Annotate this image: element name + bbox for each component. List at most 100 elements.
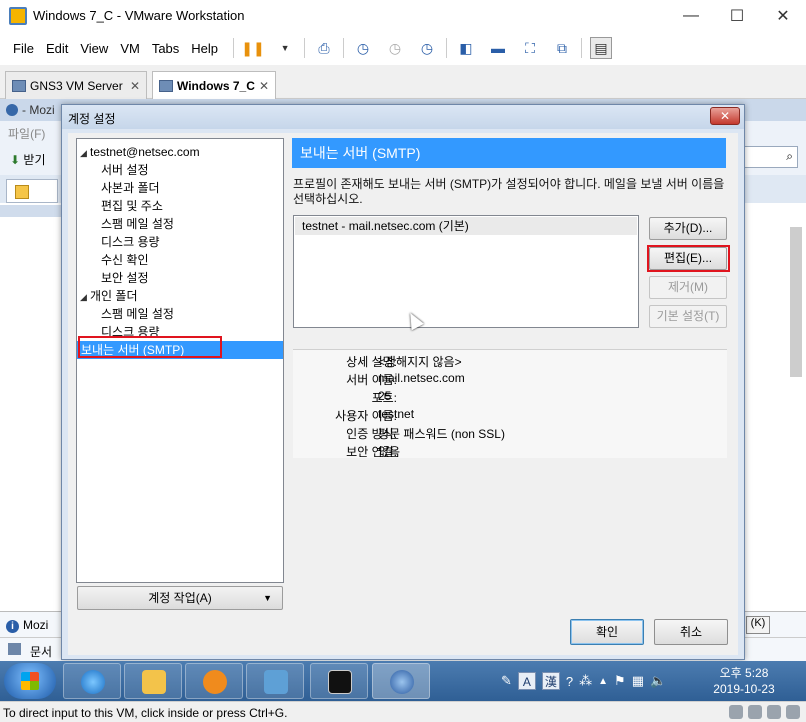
thunderbird-icon: [390, 670, 414, 694]
library-view-icon[interactable]: ◧: [455, 37, 477, 59]
account-tree[interactable]: ◢ testnet@netsec.com 서버 설정 사본과 폴더 편집 및 주소…: [76, 138, 284, 583]
guest-notification-button[interactable]: (K): [746, 616, 770, 634]
network-adapter-icon[interactable]: [767, 705, 781, 719]
taskbar-media-player[interactable]: [185, 663, 243, 699]
taskbar-explorer[interactable]: [124, 663, 182, 699]
folder-icon: [142, 670, 166, 694]
unity-icon[interactable]: ⧉: [551, 37, 573, 59]
sound-card-icon[interactable]: [786, 705, 800, 719]
start-button[interactable]: [4, 663, 56, 699]
status-message: To direct input to this VM, click inside…: [3, 706, 288, 720]
detail-value: 평문 패스워드 (non SSL): [378, 427, 505, 441]
close-icon[interactable]: ✕: [760, 0, 806, 31]
chevron-up-icon[interactable]: ▲: [598, 676, 608, 687]
tree-item-local-folders[interactable]: ◢ 개인 폴더: [80, 287, 138, 305]
menu-vm[interactable]: VM: [114, 41, 146, 56]
detail-value: 없음: [378, 445, 401, 459]
toolbar-separator: [581, 38, 583, 58]
ime-options-icon[interactable]: ⁂: [579, 673, 592, 689]
volume-icon[interactable]: 🔈: [650, 673, 666, 689]
action-center-icon[interactable]: ⚑: [614, 673, 626, 689]
tree-item-junk-settings[interactable]: 스팸 메일 설정: [101, 215, 174, 233]
taskbar-clock[interactable]: 오후 5:28 2019-10-23: [704, 665, 784, 697]
ime-pen-icon[interactable]: ✎: [501, 673, 512, 689]
window-title: Windows 7_C - VMware Workstation: [33, 8, 245, 23]
network-icon[interactable]: ▦: [632, 673, 644, 689]
stretch-icon[interactable]: ▤: [590, 37, 613, 59]
fullscreen-icon[interactable]: ⛶: [519, 37, 541, 59]
account-actions-button[interactable]: 계정 작업(A) ▼: [77, 586, 283, 610]
taskbar-thunderbird[interactable]: [372, 663, 430, 699]
hard-disk-icon[interactable]: [729, 705, 743, 719]
list-item[interactable]: testnet - mail.netsec.com (기본): [295, 217, 637, 235]
help-icon[interactable]: ?: [566, 674, 573, 689]
thunderbird-icon: [6, 104, 18, 116]
guest-scrollbar[interactable]: [790, 227, 802, 377]
tab-windows-7-c[interactable]: Windows 7_C ✕: [152, 71, 276, 99]
cancel-button[interactable]: 취소: [654, 619, 728, 645]
menu-help[interactable]: Help: [185, 41, 224, 56]
windows-logo-icon: [21, 672, 39, 690]
ime-hanja[interactable]: 漢: [541, 672, 560, 690]
tree-item-composition[interactable]: 편집 및 주소: [101, 197, 163, 215]
tree-item-server-settings[interactable]: 서버 설정: [101, 161, 149, 179]
tree-item-outgoing-server[interactable]: 보내는 서버 (SMTP): [77, 341, 283, 359]
maximize-icon[interactable]: ☐: [714, 0, 760, 31]
guest-notification-text: Mozi: [6, 618, 48, 633]
menu-view[interactable]: View: [74, 41, 114, 56]
remove-button[interactable]: 제거(M): [649, 276, 727, 299]
tree-item-security[interactable]: 보안 설정: [101, 269, 149, 287]
close-icon[interactable]: ✕: [130, 79, 140, 93]
set-default-button[interactable]: 기본 설정(T): [649, 305, 727, 328]
tree-item-copies-folders[interactable]: 사본과 폴더: [101, 179, 160, 197]
chevron-down-icon[interactable]: ▼: [274, 37, 296, 59]
guest-window-title: - Mozi: [6, 103, 55, 117]
cd-drive-icon[interactable]: [748, 705, 762, 719]
expander-icon[interactable]: ◢: [80, 288, 90, 306]
search-icon: ⌕: [786, 149, 793, 163]
edit-button[interactable]: 편집(E)...: [649, 247, 727, 270]
ime-mode[interactable]: A: [517, 672, 536, 690]
tab-gns3-vm-server[interactable]: GNS3 VM Server ✕: [5, 71, 147, 99]
guest-search-input[interactable]: ⌕: [738, 146, 798, 168]
taskbar-control-panel[interactable]: [246, 663, 304, 699]
document-icon: [8, 643, 21, 655]
menu-tabs[interactable]: Tabs: [146, 41, 185, 56]
guest-folder-pane: [0, 203, 62, 611]
snapshot-manager-icon[interactable]: ◷: [416, 37, 438, 59]
expander-icon[interactable]: ◢: [80, 144, 90, 162]
page-title: 보내는 서버 (SMTP): [292, 138, 726, 168]
taskbar-ie[interactable]: [63, 663, 121, 699]
taskbar-cmd[interactable]: [310, 663, 368, 699]
close-icon[interactable]: ✕: [710, 107, 740, 125]
panel-description: 프로필이 존재해도 보내는 서버 (SMTP)가 설정되어야 합니다. 메일을 …: [293, 177, 725, 206]
pause-icon[interactable]: ❚❚: [241, 37, 264, 59]
detail-value: mail.netsec.com: [378, 371, 465, 385]
guest-menu-file[interactable]: 파일(F): [8, 125, 45, 142]
control-panel-icon: [264, 670, 288, 694]
console-view-icon[interactable]: ▬: [487, 37, 509, 59]
snapshot-icon[interactable]: ◷: [352, 37, 374, 59]
ok-button[interactable]: 확인: [570, 619, 644, 645]
tree-item-local-disk-space[interactable]: 디스크 용량: [101, 323, 160, 341]
receive-button[interactable]: ⬇ 받기: [10, 151, 46, 168]
minimize-icon[interactable]: —: [668, 0, 714, 31]
dialog-title: 계정 설정: [68, 112, 116, 126]
vmware-app-icon: [9, 6, 27, 25]
send-ctrl-alt-del-icon[interactable]: ⎙: [313, 37, 335, 59]
close-icon[interactable]: ✕: [259, 79, 269, 93]
menu-edit[interactable]: Edit: [40, 41, 74, 56]
detail-value: testnet: [378, 407, 415, 421]
tree-item-local-junk-settings[interactable]: 스팸 메일 설정: [101, 305, 174, 323]
revert-snapshot-icon[interactable]: ◷: [384, 37, 406, 59]
detail-value: 25: [378, 389, 392, 403]
tree-item-account[interactable]: ◢ testnet@netsec.com: [80, 143, 200, 161]
guest-folder-tab[interactable]: [6, 179, 58, 203]
smtp-server-list[interactable]: testnet - mail.netsec.com (기본): [293, 215, 639, 328]
toolbar-separator: [343, 38, 345, 58]
menu-file[interactable]: File: [7, 41, 40, 56]
tree-item-disk-space[interactable]: 디스크 용량: [101, 233, 160, 251]
tree-item-return-receipts[interactable]: 수신 확인: [101, 251, 149, 269]
add-button[interactable]: 추가(D)...: [649, 217, 727, 240]
server-details: 상세 설명: <정해지지 않음> 서버 이름: mail.netsec.com …: [293, 349, 727, 459]
